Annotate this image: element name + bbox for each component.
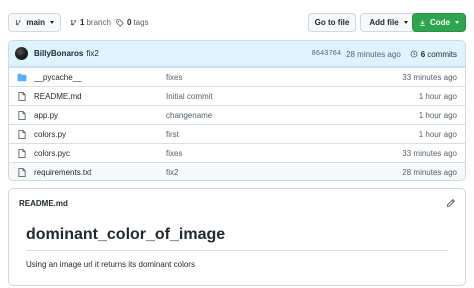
commits-link[interactable]: 6 commits [410, 50, 457, 59]
latest-commit-bar: BillyBonaros fix2 8643764 28 minutes ago… [9, 41, 465, 67]
chevron-down-icon [455, 21, 459, 24]
file-name[interactable]: requirements.txt [34, 168, 91, 177]
file-time: 1 hour ago [418, 91, 457, 101]
file-time: 33 minutes ago [402, 72, 457, 82]
file-commit-message[interactable]: Initial commit [166, 92, 213, 101]
file-icon [18, 130, 26, 139]
folder-icon [17, 73, 27, 82]
file-icon [18, 168, 26, 177]
file-row-requirements[interactable]: requirements.txt fix2 28 minutes ago [9, 162, 465, 180]
readme-divider [26, 250, 448, 251]
file-row-colors-py[interactable]: colors.py first 1 hour ago [9, 124, 465, 143]
branches-count: 1 [80, 18, 85, 27]
file-commit-message[interactable]: fixes [166, 73, 182, 82]
file-commit-message[interactable]: fixes [166, 149, 182, 158]
chevron-down-icon [50, 21, 54, 24]
file-time: 33 minutes ago [402, 148, 457, 158]
chevron-down-icon [403, 21, 408, 24]
file-name[interactable]: app.py [34, 111, 58, 120]
file-icon [18, 111, 26, 120]
file-commit-message[interactable]: changename [166, 111, 212, 120]
tag-icon [116, 18, 124, 27]
readme-panel: README.md dominant_color_of_image Using … [8, 188, 466, 286]
code-label: Code [430, 18, 450, 27]
file-name[interactable]: __pycache__ [34, 73, 82, 82]
file-name[interactable]: README.md [34, 92, 82, 101]
commit-time: 28 minutes ago [346, 49, 401, 59]
branches-label: branch [86, 18, 111, 27]
file-icon [18, 92, 26, 101]
commit-meta: 8643764 28 minutes ago 6 commits [312, 41, 457, 67]
branch-select-button[interactable]: main [8, 13, 61, 32]
git-branch-icon [70, 19, 77, 26]
readme-heading: dominant_color_of_image [26, 226, 226, 243]
history-icon [410, 50, 418, 58]
readme-body: Using an image url it returns its domina… [26, 260, 195, 269]
file-row-pycache[interactable]: __pycache__ fixes 33 minutes ago [9, 67, 465, 86]
tags-label: tags [133, 18, 149, 27]
readme-filename: README.md [19, 198, 68, 208]
file-time: 1 hour ago [418, 129, 457, 139]
file-row-colors-pyc[interactable]: colors.pyc fixes 33 minutes ago [9, 143, 465, 162]
file-browser: BillyBonaros fix2 8643764 28 minutes ago… [8, 40, 466, 181]
file-name[interactable]: colors.py [34, 130, 66, 139]
download-icon [420, 19, 425, 26]
branch-name: main [26, 18, 45, 27]
file-icon [18, 149, 26, 158]
file-row-readme[interactable]: README.md Initial commit 1 hour ago [9, 86, 465, 105]
tags-link[interactable]: 0 tags [116, 13, 149, 32]
tags-count: 0 [127, 18, 132, 27]
file-commit-message[interactable]: first [166, 130, 179, 139]
repo-toolbar: main 1 branch 0 tags Go to file Add file… [8, 13, 466, 32]
commits-label: commits [427, 49, 457, 59]
add-file-button[interactable]: Add file [360, 13, 417, 32]
commit-author[interactable]: BillyBonaros [34, 49, 83, 58]
code-button[interactable]: Code [412, 13, 466, 32]
branches-link[interactable]: 1 branch [70, 13, 111, 32]
add-file-label: Add file [369, 18, 399, 27]
go-to-file-button[interactable]: Go to file [308, 13, 356, 32]
file-commit-message[interactable]: fix2 [166, 168, 178, 177]
readme-header: README.md [9, 189, 465, 217]
git-branch-icon [15, 20, 21, 26]
file-time: 1 hour ago [418, 110, 457, 120]
commit-sha[interactable]: 8643764 [312, 50, 341, 58]
avatar[interactable] [15, 47, 28, 60]
pencil-icon[interactable] [446, 198, 456, 208]
file-row-app-py[interactable]: app.py changename 1 hour ago [9, 105, 465, 124]
file-name[interactable]: colors.pyc [34, 149, 70, 158]
file-time: 28 minutes ago [402, 167, 457, 177]
commit-message[interactable]: fix2 [86, 49, 98, 58]
commits-count: 6 [420, 49, 426, 59]
